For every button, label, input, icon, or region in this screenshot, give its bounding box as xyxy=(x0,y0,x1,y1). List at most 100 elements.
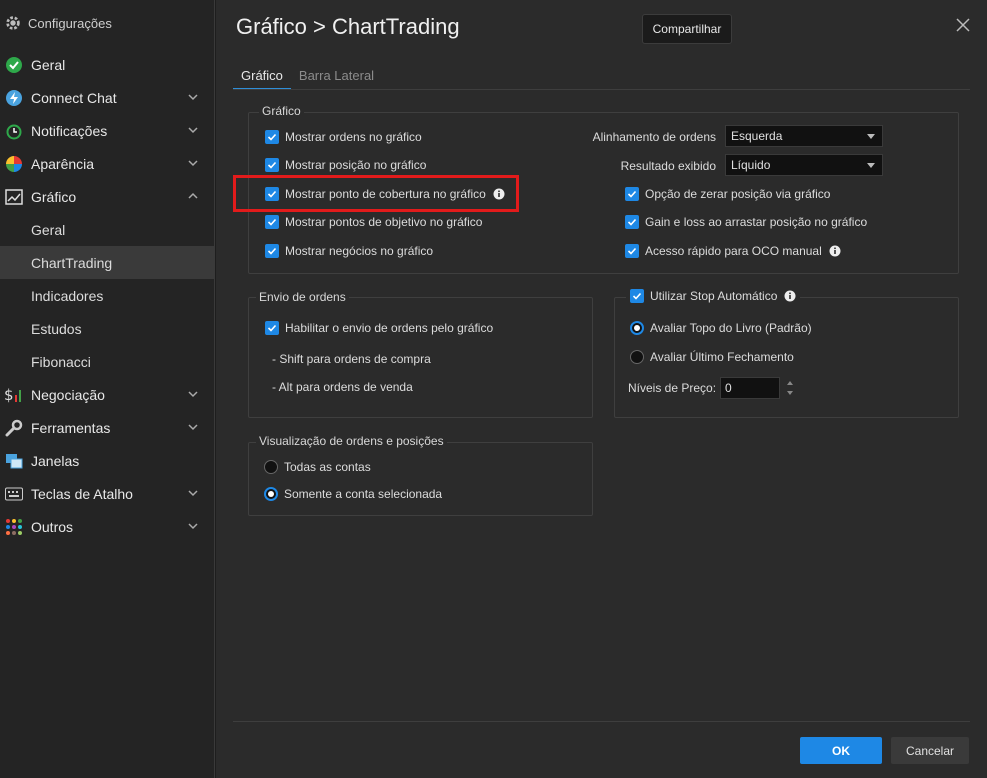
radio-todas-contas[interactable]: Todas as contas xyxy=(264,460,371,474)
radio-conta-selecionada[interactable]: Somente a conta selecionada xyxy=(264,487,442,501)
alinhamento-label: Alinhamento de ordens xyxy=(592,130,716,144)
close-icon[interactable] xyxy=(954,16,972,34)
sidebar-item-label: Gráfico xyxy=(31,188,77,205)
option-mostrar-ordens[interactable]: Mostrar ordens no gráfico xyxy=(265,130,422,144)
checkbox-checked[interactable] xyxy=(630,289,644,303)
sidebar-item-label: Outros xyxy=(31,518,74,535)
option-label: Mostrar negócios no gráfico xyxy=(285,244,434,258)
checkbox-checked[interactable] xyxy=(625,244,639,258)
radio-label: Avaliar Topo do Livro (Padrão) xyxy=(650,321,812,335)
spinner-arrows-icon[interactable] xyxy=(785,377,795,399)
sidebar: Configurações Geral Connect Chat Notific… xyxy=(0,0,215,778)
radio-selected[interactable] xyxy=(264,487,278,501)
option-zerar-posicao[interactable]: Opção de zerar posição via gráfico xyxy=(625,187,830,201)
grafico-group-title: Gráfico xyxy=(259,104,304,118)
checkbox-checked[interactable] xyxy=(625,215,639,229)
option-label: Opção de zerar posição via gráfico xyxy=(645,187,831,201)
radio-ultimo-fechamento[interactable]: Avaliar Último Fechamento xyxy=(630,350,794,364)
option-label: Mostrar posição no gráfico xyxy=(285,158,427,172)
sidebar-subitem-indicadores[interactable]: Indicadores xyxy=(0,279,214,312)
sidebar-item-teclas-de-atalho[interactable]: Teclas de Atalho xyxy=(0,477,214,510)
option-label: Mostrar ordens no gráfico xyxy=(285,130,422,144)
gear-icon xyxy=(6,16,20,30)
alinhamento-value: Esquerda xyxy=(731,129,783,143)
sidebar-subitem-geral[interactable]: Geral xyxy=(0,213,214,246)
sidebar-item-aparencia[interactable]: Aparência xyxy=(0,147,214,180)
tab-barra-lateral[interactable]: Barra Lateral xyxy=(291,66,382,90)
option-mostrar-pontos-objetivo[interactable]: Mostrar pontos de objetivo no gráfico xyxy=(265,215,482,229)
color-palette-icon xyxy=(4,154,24,174)
radio-topo-livro[interactable]: Avaliar Topo do Livro (Padrão) xyxy=(630,321,812,335)
chevron-down-icon[interactable] xyxy=(186,90,200,104)
chevron-down-icon[interactable] xyxy=(186,486,200,500)
option-mostrar-posicao[interactable]: Mostrar posição no gráfico xyxy=(265,158,426,172)
radio-label: Somente a conta selecionada xyxy=(284,487,443,501)
sidebar-item-label: Negociação xyxy=(31,386,105,403)
alinhamento-select[interactable]: Esquerda xyxy=(725,125,883,147)
checkbox-checked[interactable] xyxy=(625,187,639,201)
sidebar-item-negociacao[interactable]: $ Negociação xyxy=(0,378,214,411)
checkbox-checked[interactable] xyxy=(265,215,279,229)
radio-unselected[interactable] xyxy=(264,460,278,474)
chevron-down-icon[interactable] xyxy=(186,156,200,170)
option-label: Mostrar pontos de objetivo no gráfico xyxy=(285,215,483,229)
radio-unselected[interactable] xyxy=(630,350,644,364)
svg-text:$: $ xyxy=(4,386,14,404)
chevron-up-icon[interactable] xyxy=(186,189,200,203)
ok-button[interactable]: OK xyxy=(800,737,882,764)
resultado-value: Líquido xyxy=(731,158,771,172)
option-acesso-oco[interactable]: Acesso rápido para OCO manual xyxy=(625,244,841,258)
option-mostrar-negocios[interactable]: Mostrar negócios no gráfico xyxy=(265,244,433,258)
sidebar-item-ferramentas[interactable]: Ferramentas xyxy=(0,411,214,444)
checkbox-checked[interactable] xyxy=(265,321,279,335)
hint-shift: - Shift para ordens de compra xyxy=(272,352,431,366)
sidebar-item-grafico[interactable]: Gráfico xyxy=(0,180,214,213)
chevron-down-icon[interactable] xyxy=(186,420,200,434)
option-label: Acesso rápido para OCO manual xyxy=(645,244,822,258)
option-label: Utilizar Stop Automático xyxy=(650,289,778,303)
page-title: Gráfico > ChartTrading xyxy=(236,14,460,39)
sidebar-header: Configurações xyxy=(4,12,112,34)
niveis-preco-label: Níveis de Preço: xyxy=(628,381,717,395)
sidebar-item-notificacoes[interactable]: Notificações xyxy=(0,114,214,147)
chevron-down-icon[interactable] xyxy=(186,387,200,401)
info-icon[interactable] xyxy=(784,290,796,302)
chevron-down-icon[interactable] xyxy=(186,519,200,533)
option-utilizar-stop[interactable]: Utilizar Stop Automático xyxy=(626,289,801,303)
chevron-down-icon[interactable] xyxy=(186,123,200,137)
info-icon[interactable] xyxy=(829,245,841,257)
checkbox-checked[interactable] xyxy=(265,158,279,172)
option-label: Habilitar o envio de ordens pelo gráfico xyxy=(285,321,494,335)
checkbox-checked[interactable] xyxy=(265,130,279,144)
keyboard-icon xyxy=(4,484,24,504)
sidebar-item-label: Geral xyxy=(31,56,66,73)
chart-icon xyxy=(4,187,24,207)
sidebar-subitem-fibonacci[interactable]: Fibonacci xyxy=(0,345,214,378)
footer-divider xyxy=(233,721,970,722)
sidebar-item-outros[interactable]: Outros xyxy=(0,510,214,543)
sidebar-item-label: Connect Chat xyxy=(31,89,117,106)
radio-selected[interactable] xyxy=(630,321,644,335)
option-gain-loss-arrastar[interactable]: Gain e loss ao arrastar posição no gráfi… xyxy=(625,215,867,229)
chevron-down-icon xyxy=(867,134,875,139)
sidebar-item-connect-chat[interactable]: Connect Chat xyxy=(0,81,214,114)
hint-alt: - Alt para ordens de venda xyxy=(272,380,413,394)
sidebar-subitem-charttrading[interactable]: ChartTrading xyxy=(0,246,214,279)
niveis-preco-input[interactable]: 0 xyxy=(720,377,780,399)
wrench-icon xyxy=(4,418,24,438)
sidebar-header-label: Configurações xyxy=(28,15,112,31)
resultado-label: Resultado exibido xyxy=(620,159,716,173)
sidebar-item-label: Teclas de Atalho xyxy=(31,485,133,502)
sidebar-item-janelas[interactable]: Janelas xyxy=(0,444,214,477)
sidebar-item-geral[interactable]: Geral xyxy=(0,48,214,81)
dollar-chart-icon: $ xyxy=(4,385,24,405)
option-habilitar-envio[interactable]: Habilitar o envio de ordens pelo gráfico xyxy=(265,321,493,335)
checkbox-checked[interactable] xyxy=(265,244,279,258)
resultado-select[interactable]: Líquido xyxy=(725,154,883,176)
tab-divider xyxy=(233,89,970,90)
tab-grafico[interactable]: Gráfico xyxy=(233,66,291,90)
visualizacao-title: Visualização de ordens e posições xyxy=(256,434,447,448)
chevron-down-icon xyxy=(867,163,875,168)
cancel-button[interactable]: Cancelar xyxy=(891,737,969,764)
sidebar-subitem-estudos[interactable]: Estudos xyxy=(0,312,214,345)
